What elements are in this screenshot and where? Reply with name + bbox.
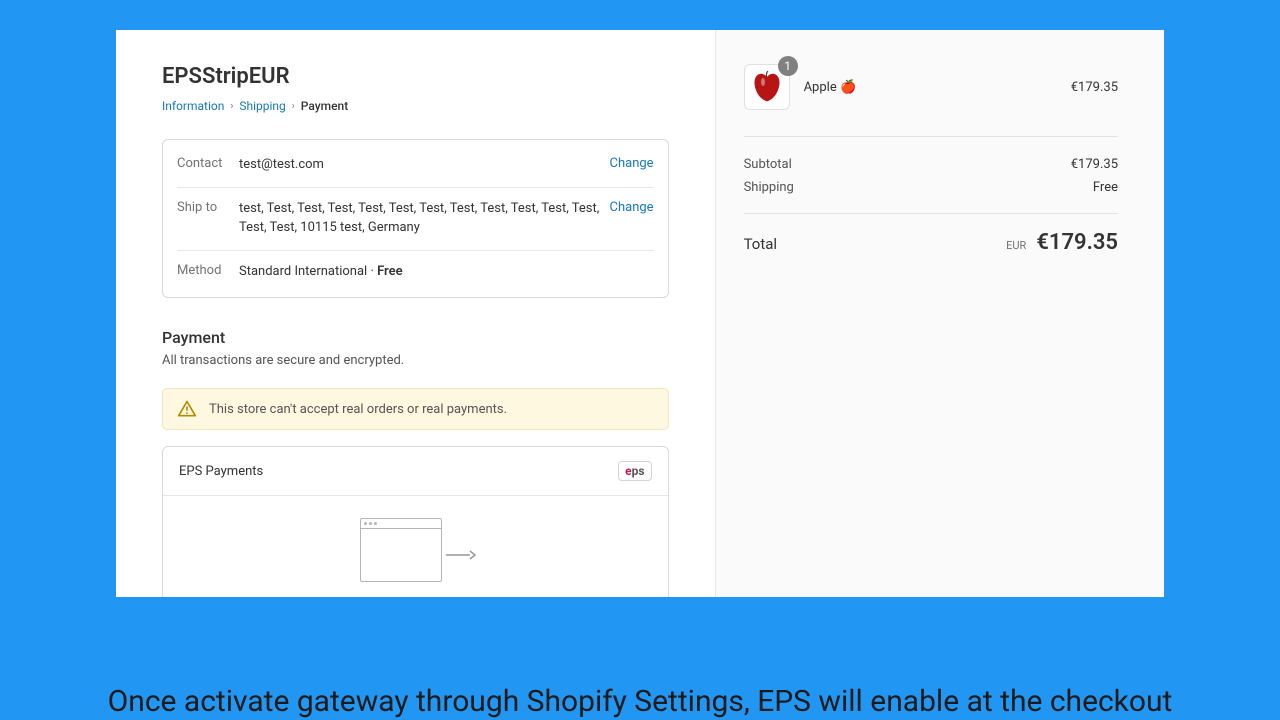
review-contact-label: Contact <box>177 156 239 171</box>
checkout-card: EPSStripEUR Information › Shipping › Pay… <box>116 30 1164 597</box>
payment-method-header[interactable]: EPS Payments eps <box>163 447 668 496</box>
divider <box>744 136 1118 137</box>
review-row-contact: Contact test@test.com Change <box>177 144 654 188</box>
total-label: Total <box>744 235 778 253</box>
review-row-method: Method Standard International · Free <box>177 251 654 294</box>
review-method-bold: Free <box>377 264 403 279</box>
payment-method-box: EPS Payments eps After clicking "Complet… <box>162 446 669 597</box>
shipping-value: Free <box>1093 180 1118 195</box>
redirect-illustration-icon <box>360 518 470 588</box>
eps-logo-icon: eps <box>618 461 651 481</box>
ledger-shipping: Shipping Free <box>744 176 1118 199</box>
subtotal-label: Subtotal <box>744 157 792 172</box>
checkout-main: EPSStripEUR Information › Shipping › Pay… <box>116 30 716 597</box>
payment-method-name: EPS Payments <box>179 464 263 479</box>
ledger-subtotal: Subtotal €179.35 <box>744 153 1118 176</box>
cart-item-row: 1 Apple 🍎 €179.35 <box>744 64 1118 110</box>
breadcrumb-shipping[interactable]: Shipping <box>239 99 285 113</box>
review-box: Contact test@test.com Change Ship to tes… <box>162 139 669 298</box>
review-row-shipto: Ship to test, Test, Test, Test, Test, Te… <box>177 188 654 251</box>
subtotal-value: €179.35 <box>1071 157 1118 172</box>
warning-icon <box>177 399 197 419</box>
review-method-label: Method <box>177 263 239 278</box>
review-shipto-label: Ship to <box>177 200 239 215</box>
total-value: €179.35 <box>1036 230 1118 255</box>
payment-method-body: After clicking "Complete order", you wil… <box>163 496 668 597</box>
breadcrumb-payment: Payment <box>301 99 348 113</box>
shipping-label: Shipping <box>744 180 794 195</box>
breadcrumb: Information › Shipping › Payment <box>162 99 669 113</box>
qty-badge: 1 <box>778 56 798 76</box>
cart-item-name: Apple 🍎 <box>804 80 1057 95</box>
breadcrumb-information[interactable]: Information <box>162 99 224 113</box>
change-shipto-link[interactable]: Change <box>610 200 654 215</box>
ledger-total: Total EUR €179.35 <box>744 230 1118 255</box>
divider <box>744 213 1118 214</box>
total-currency: EUR <box>1006 239 1026 252</box>
caption-area: Once activate gateway through Shopify Se… <box>0 670 1280 720</box>
review-method-prefix: Standard International · <box>239 264 377 279</box>
cart-item-price: €179.35 <box>1071 80 1118 95</box>
review-method-value: Standard International · Free <box>239 263 654 282</box>
review-shipto-value: test, Test, Test, Test, Test, Test, Test… <box>239 200 610 238</box>
review-contact-value: test@test.com <box>239 156 610 175</box>
caption-text: Once activate gateway through Shopify Se… <box>60 684 1220 720</box>
chevron-right-icon: › <box>230 101 233 112</box>
chevron-right-icon: › <box>292 101 295 112</box>
cart-item-thumb: 1 <box>744 64 790 110</box>
store-title: EPSStripEUR <box>162 64 669 89</box>
ledger: Subtotal €179.35 Shipping Free <box>744 153 1118 199</box>
change-contact-link[interactable]: Change <box>610 156 654 171</box>
payment-subtitle: All transactions are secure and encrypte… <box>162 353 669 368</box>
payment-heading: Payment <box>162 328 669 347</box>
order-summary: 1 Apple 🍎 €179.35 Subtotal €179.35 Shipp… <box>716 30 1164 597</box>
test-mode-notice: This store can't accept real orders or r… <box>162 388 669 430</box>
notice-text: This store can't accept real orders or r… <box>209 402 507 417</box>
